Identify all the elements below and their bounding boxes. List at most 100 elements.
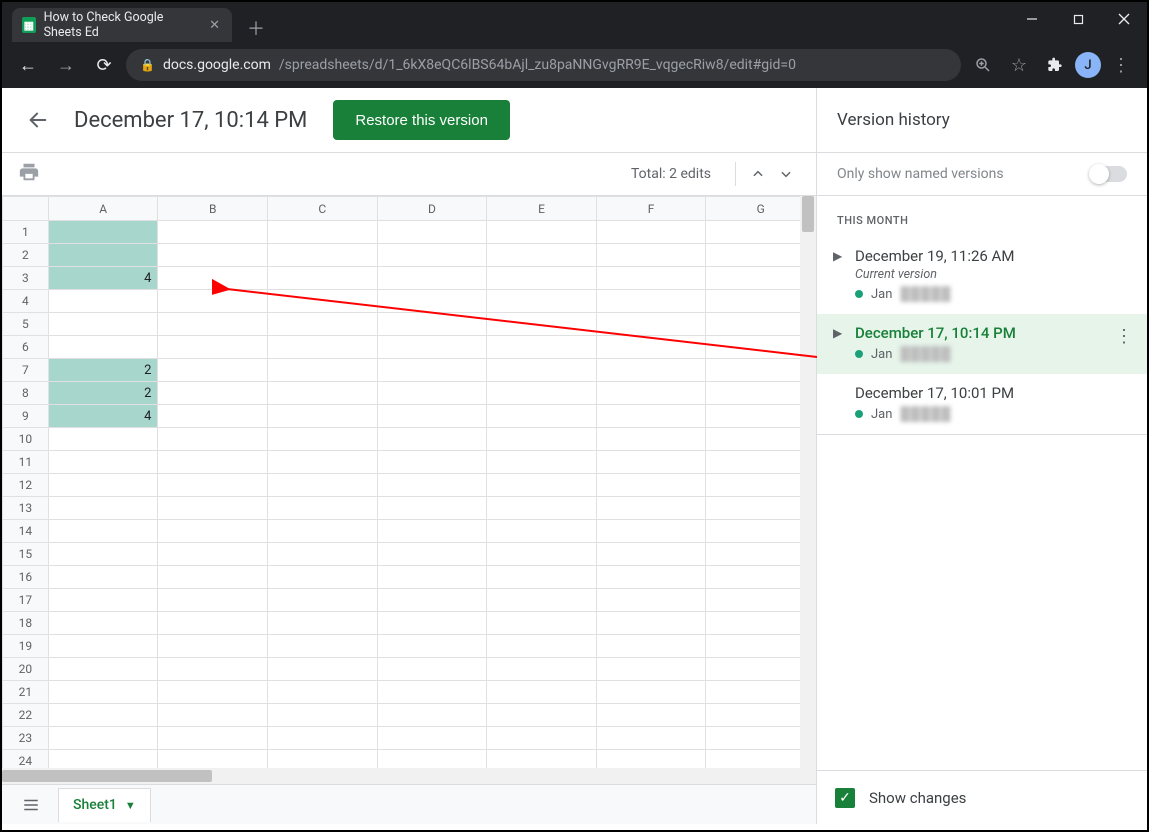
- cell[interactable]: [596, 267, 706, 290]
- extensions-icon[interactable]: [1039, 49, 1071, 81]
- cell-highlighted[interactable]: [48, 244, 158, 267]
- row-header[interactable]: 14: [3, 520, 49, 543]
- cell[interactable]: [48, 336, 158, 359]
- row-header[interactable]: 16: [3, 566, 49, 589]
- cell[interactable]: [377, 658, 487, 681]
- cell[interactable]: [377, 382, 487, 405]
- column-header[interactable]: D: [377, 197, 487, 221]
- cell[interactable]: [596, 658, 706, 681]
- cell[interactable]: [487, 566, 597, 589]
- cell[interactable]: [596, 336, 706, 359]
- row-header[interactable]: 15: [3, 543, 49, 566]
- cell[interactable]: [596, 520, 706, 543]
- cell[interactable]: [48, 520, 158, 543]
- cell[interactable]: [158, 313, 268, 336]
- cell[interactable]: [487, 405, 597, 428]
- cell[interactable]: [596, 290, 706, 313]
- cell[interactable]: [268, 267, 378, 290]
- cell[interactable]: [377, 290, 487, 313]
- cell[interactable]: [268, 589, 378, 612]
- cell[interactable]: [596, 451, 706, 474]
- cell[interactable]: [268, 727, 378, 750]
- cell[interactable]: [48, 290, 158, 313]
- cell[interactable]: [48, 497, 158, 520]
- cell[interactable]: [487, 313, 597, 336]
- cell[interactable]: [487, 359, 597, 382]
- new-tab-button[interactable]: ＋: [242, 14, 270, 42]
- cell[interactable]: [377, 221, 487, 244]
- row-header[interactable]: 1: [3, 221, 49, 244]
- cell[interactable]: [158, 612, 268, 635]
- cell[interactable]: [487, 267, 597, 290]
- row-header[interactable]: 11: [3, 451, 49, 474]
- version-item[interactable]: ▶December 19, 11:26 AMCurrent versionJan…: [817, 237, 1147, 314]
- column-header[interactable]: C: [268, 197, 378, 221]
- cell[interactable]: [487, 727, 597, 750]
- cell[interactable]: [158, 543, 268, 566]
- cell[interactable]: [487, 589, 597, 612]
- cell[interactable]: [487, 658, 597, 681]
- window-maximize[interactable]: [1055, 2, 1101, 36]
- cell[interactable]: [596, 727, 706, 750]
- cell[interactable]: [596, 405, 706, 428]
- cell[interactable]: [487, 290, 597, 313]
- version-more-icon[interactable]: ⋮: [1115, 326, 1133, 347]
- vertical-scrollbar[interactable]: [800, 196, 816, 784]
- row-header[interactable]: 23: [3, 727, 49, 750]
- cell[interactable]: [158, 635, 268, 658]
- cell[interactable]: [487, 681, 597, 704]
- cell[interactable]: [596, 244, 706, 267]
- cell-highlighted[interactable]: [48, 221, 158, 244]
- column-header[interactable]: A: [48, 197, 158, 221]
- horizontal-scrollbar[interactable]: [2, 768, 816, 784]
- cell[interactable]: [596, 221, 706, 244]
- cell[interactable]: [158, 520, 268, 543]
- cell[interactable]: [48, 589, 158, 612]
- cell[interactable]: [268, 566, 378, 589]
- all-sheets-icon[interactable]: [14, 788, 48, 822]
- cell[interactable]: [487, 612, 597, 635]
- cell-highlighted[interactable]: 2: [48, 382, 158, 405]
- cell[interactable]: [377, 566, 487, 589]
- cell[interactable]: [596, 428, 706, 451]
- cell[interactable]: [487, 704, 597, 727]
- row-header[interactable]: 4: [3, 290, 49, 313]
- row-header[interactable]: 13: [3, 497, 49, 520]
- cell[interactable]: [377, 612, 487, 635]
- cell[interactable]: [158, 704, 268, 727]
- browser-tab[interactable]: ▦ How to Check Google Sheets Ed ✕: [12, 8, 232, 42]
- page-zoom-icon[interactable]: [967, 49, 999, 81]
- cell[interactable]: [596, 313, 706, 336]
- cell[interactable]: [377, 727, 487, 750]
- version-item[interactable]: December 17, 10:01 PMJan█████: [817, 374, 1147, 434]
- cell[interactable]: [487, 474, 597, 497]
- cell[interactable]: [487, 336, 597, 359]
- cell[interactable]: [268, 336, 378, 359]
- cell[interactable]: [48, 635, 158, 658]
- cell[interactable]: [268, 497, 378, 520]
- cell[interactable]: [377, 313, 487, 336]
- row-header[interactable]: 22: [3, 704, 49, 727]
- cell[interactable]: [487, 520, 597, 543]
- spreadsheet-grid[interactable]: ABCDEFG123445672829410111213141516171819…: [2, 196, 816, 784]
- cell-highlighted[interactable]: 4: [48, 267, 158, 290]
- address-bar[interactable]: 🔒 docs.google.com/spreadsheets/d/1_6kX8e…: [126, 49, 961, 81]
- column-header[interactable]: E: [487, 197, 597, 221]
- prev-edit-button[interactable]: [744, 160, 772, 188]
- column-header[interactable]: F: [596, 197, 706, 221]
- cell[interactable]: [158, 497, 268, 520]
- cell[interactable]: [158, 267, 268, 290]
- cell[interactable]: [158, 359, 268, 382]
- cell[interactable]: [268, 405, 378, 428]
- cell[interactable]: [268, 451, 378, 474]
- named-versions-toggle[interactable]: [1091, 166, 1127, 182]
- cell[interactable]: [158, 405, 268, 428]
- restore-version-button[interactable]: Restore this version: [333, 100, 510, 140]
- row-header[interactable]: 8: [3, 382, 49, 405]
- cell-highlighted[interactable]: 2: [48, 359, 158, 382]
- row-header[interactable]: 3: [3, 267, 49, 290]
- row-header[interactable]: 5: [3, 313, 49, 336]
- cell[interactable]: [596, 382, 706, 405]
- cell[interactable]: [48, 474, 158, 497]
- cell[interactable]: [48, 681, 158, 704]
